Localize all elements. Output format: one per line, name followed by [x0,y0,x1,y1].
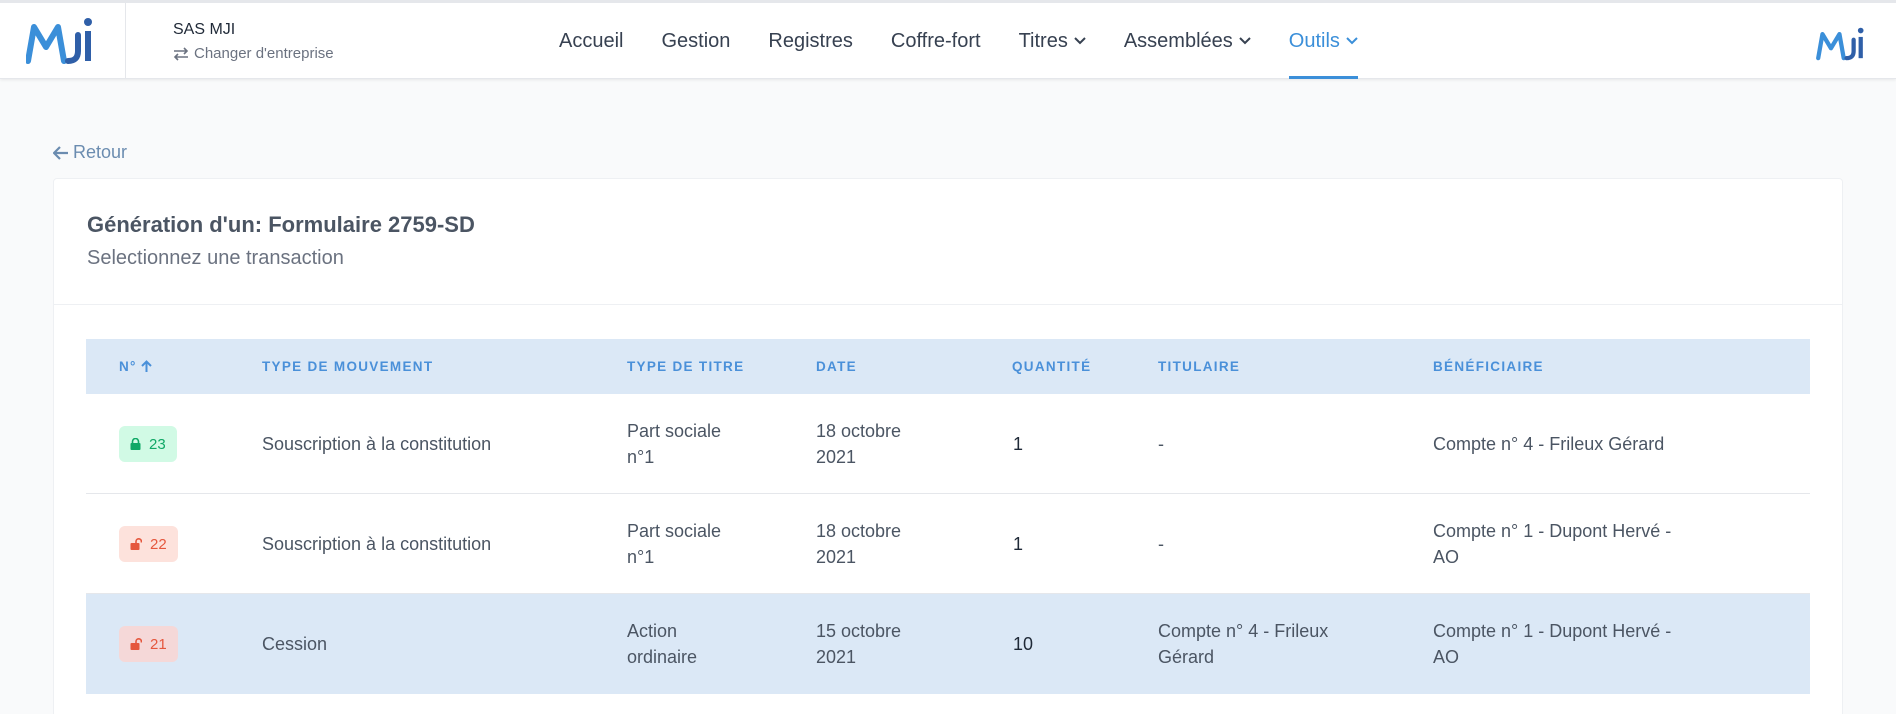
title-type-line: Part sociale [627,421,722,441]
column-header-movement[interactable]: TYPE DE MOUVEMENT [262,359,433,374]
company-name: SAS MJI [173,21,236,38]
company-selector[interactable]: SAS MJI Changer d'entreprise [173,19,334,65]
transaction-number: 21 [150,635,167,653]
nav-titres[interactable]: Titres [1000,3,1105,79]
beneficiary: Compte n° 4 - Frileux Gérard [1433,434,1665,454]
beneficiary: Compte n° 1 - Dupont Hervé - AO [1433,518,1671,570]
quantity: 1 [1013,434,1024,454]
transaction-number: 23 [149,435,166,453]
nav-label: Coffre-fort [890,29,981,52]
chevron-down-icon [1346,37,1358,45]
nav-label: Gestion [661,29,731,52]
nav-gestion[interactable]: Gestion [642,3,749,79]
title-type-line: n°1 [627,547,655,567]
title-type-line: Part sociale [627,521,722,541]
holder: - [1158,434,1164,454]
beneficiary-line: Compte n° 1 - Dupont Hervé - [1433,521,1672,541]
title-type-line: Action [627,621,678,641]
transaction-number: 22 [150,535,167,553]
unlock-icon [130,538,142,550]
table-row-selected[interactable]: 21 Cession Action ordinaire 15 octobre 202… [86,594,1810,694]
arrow-up-icon [141,360,152,372]
main-nav: Accueil Gestion Registres Coffre-fort Ti… [540,3,1377,79]
logo-divider [125,3,126,79]
nav-label: Registres [768,29,853,52]
date-line: 18 octobre [816,521,902,541]
nav-label: Assemblées [1123,29,1233,52]
holder-line: Compte n° 4 - Frileux [1158,621,1329,641]
column-header-date[interactable]: DATE [816,359,857,374]
nav-accueil[interactable]: Accueil [540,3,642,79]
holder: Compte n° 4 - Frileux Gérard [1158,618,1328,670]
beneficiary-line: Compte n° 1 - Dupont Hervé - [1433,621,1672,641]
column-header-title-type[interactable]: TYPE DE TITRE [627,359,744,374]
change-company-link[interactable]: Changer d'entreprise [173,43,334,65]
movement-type: Cession [262,634,328,654]
lock-icon [130,438,141,450]
status-badge: 23 [119,426,177,462]
quantity: 10 [1013,634,1034,654]
date: 18 octobre 2021 [816,518,901,570]
mji-logo[interactable] [26,17,100,65]
date-line: 2021 [816,647,857,667]
nav-registres[interactable]: Registres [749,3,871,79]
chevron-down-icon [1074,37,1086,45]
page-title: Génération d'un: Formulaire 2759-SD [87,212,475,237]
card-header: Génération d'un: Formulaire 2759-SD Sele… [54,179,1842,305]
status-badge: 21 [119,626,178,662]
arrow-left-icon [53,145,68,160]
nav-label: Accueil [559,29,624,52]
table-header: N° TYPE DE MOUVEMENT TYPE DE TITRE DATE … [86,339,1810,394]
date-line: 15 octobre [816,621,902,641]
mji-logo-small[interactable] [1816,27,1870,61]
title-type: Action ordinaire [627,618,697,670]
holder: - [1158,534,1164,554]
page-subtitle: Selectionnez une transaction [87,247,344,269]
top-navbar: SAS MJI Changer d'entreprise Accueil Ges… [0,0,1896,79]
column-header-quantity[interactable]: QUANTITÉ [1012,359,1091,374]
column-header-num[interactable]: N° [119,359,152,374]
date-line: 2021 [816,547,857,567]
beneficiary-line: AO [1433,547,1460,567]
title-type-line: ordinaire [627,647,698,667]
beneficiary: Compte n° 1 - Dupont Hervé - AO [1433,618,1671,670]
beneficiary-line: AO [1433,647,1460,667]
table-row[interactable]: 23 Souscription à la constitution Part s… [86,394,1810,494]
date: 15 octobre 2021 [816,618,901,670]
movement-type: Souscription à la constitution [262,434,492,454]
transaction-card: Génération d'un: Formulaire 2759-SD Sele… [53,178,1843,714]
date-line: 2021 [816,447,857,467]
transactions-table: N° TYPE DE MOUVEMENT TYPE DE TITRE DATE … [86,339,1810,694]
date-line: 18 octobre [816,421,902,441]
nav-assemblees[interactable]: Assemblées [1105,3,1270,79]
unlock-icon [130,638,142,650]
column-header-beneficiary[interactable]: BÉNÉFICIAIRE [1433,359,1544,374]
status-badge: 22 [119,526,178,562]
swap-arrows-icon [173,47,189,61]
table-row[interactable]: 22 Souscription à la constitution Part s… [86,494,1810,594]
movement-type: Souscription à la constitution [262,534,492,554]
nav-label: Titres [1018,29,1068,52]
change-company-label: Changer d'entreprise [194,45,334,62]
chevron-down-icon [1239,37,1251,45]
date: 18 octobre 2021 [816,418,901,470]
back-label: Retour [73,142,128,162]
title-type-line: n°1 [627,447,655,467]
column-header-holder[interactable]: TITULAIRE [1158,359,1240,374]
back-link[interactable]: Retour [53,142,127,163]
nav-label: Outils [1288,29,1340,52]
title-type: Part sociale n°1 [627,418,721,470]
nav-outils[interactable]: Outils [1270,3,1377,79]
title-type: Part sociale n°1 [627,518,721,570]
nav-coffre-fort[interactable]: Coffre-fort [872,3,1000,79]
column-label: N° [119,359,137,374]
holder-line: Gérard [1158,647,1215,667]
quantity: 1 [1013,534,1024,554]
